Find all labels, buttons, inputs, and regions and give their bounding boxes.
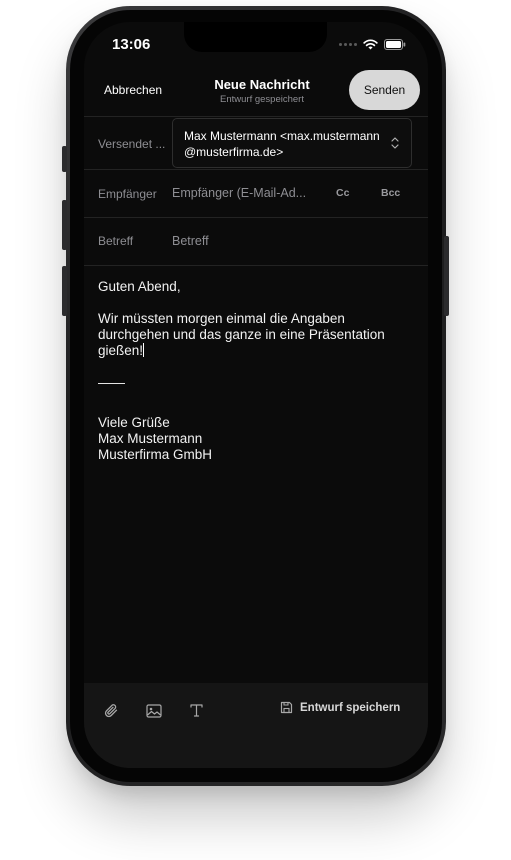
volume-down-button (62, 266, 67, 316)
nav-title-group: Neue Nachricht Entwurf gespeichert (182, 77, 342, 105)
body-closing: Viele Grüße (98, 415, 170, 430)
paperclip-icon[interactable] (104, 703, 119, 719)
volume-up-button (62, 200, 67, 250)
body-greeting: Guten Abend, (98, 279, 181, 294)
sender-label: Versendet ... (98, 137, 166, 151)
power-button (444, 236, 449, 316)
save-draft-button[interactable]: Entwurf speichern (280, 701, 400, 714)
save-draft-label: Entwurf speichern (300, 701, 401, 714)
subject-label: Betreff (98, 234, 134, 248)
body-separator: —— (98, 375, 125, 390)
send-button[interactable]: Senden (349, 70, 420, 110)
body-paragraph: Wir müssten morgen einmal die Angaben du… (98, 311, 385, 358)
compose-toolbar: Entwurf speichern (84, 683, 428, 768)
cellular-signal-icon (339, 43, 357, 46)
divider (84, 116, 428, 117)
chevron-up-down-icon (391, 137, 399, 149)
cancel-button[interactable]: Abbrechen (104, 83, 162, 97)
mute-switch (62, 146, 67, 172)
divider (84, 217, 428, 218)
status-time: 13:06 (112, 36, 151, 53)
text-cursor (143, 343, 145, 357)
notch (184, 22, 327, 52)
page-title: Neue Nachricht (214, 77, 310, 92)
device-mockup: 13:06 Abbrechen Neue Nachricht Entwurf g… (0, 0, 511, 860)
status-icons (339, 39, 406, 50)
sender-select[interactable]: Max Mustermann <max.mustermann@musterfir… (172, 118, 412, 168)
text-format-icon[interactable] (190, 704, 203, 717)
battery-icon (384, 39, 406, 50)
wifi-icon (363, 39, 378, 50)
body-sender-name: Max Mustermann (98, 431, 203, 446)
divider (84, 169, 428, 170)
body-company: Musterfirma GmbH (98, 447, 213, 462)
image-icon[interactable] (146, 704, 162, 718)
subject-input[interactable] (172, 234, 402, 248)
draft-status: Entwurf gespeichert (220, 94, 304, 105)
cc-button[interactable]: Cc (336, 187, 349, 199)
save-icon (280, 701, 293, 714)
divider (84, 265, 428, 266)
message-body-editor[interactable]: Guten Abend, Wir müssten morgen einmal d… (98, 279, 408, 463)
sender-value: Max Mustermann <max.mustermann@musterfir… (184, 129, 380, 159)
recipient-label: Empfänger (98, 187, 157, 201)
mail-compose-screen: 13:06 Abbrechen Neue Nachricht Entwurf g… (84, 22, 428, 768)
recipient-input[interactable] (172, 186, 327, 200)
bcc-button[interactable]: Bcc (381, 187, 400, 199)
